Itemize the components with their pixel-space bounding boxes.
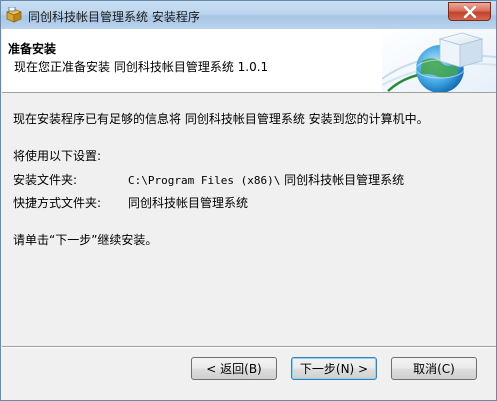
install-folder-value: C:\Program Files (x86)\ 同创科技帐目管理系统 xyxy=(128,173,405,187)
installer-box-icon xyxy=(5,6,23,23)
page-subtitle: 现在您正准备安装 同创科技帐目管理系统 1.0.1 xyxy=(14,60,269,74)
ready-message: 现在安装程序已有足够的信息将 同创科技帐目管理系统 安装到您的计算机中。 xyxy=(13,112,429,126)
cancel-button[interactable]: 取消(C) xyxy=(391,357,477,380)
window-title: 同创科技帐目管理系统 安装程序 xyxy=(28,10,200,24)
instruction-text: 请单击“下一步”继续安装。 xyxy=(13,233,158,247)
title-bar[interactable]: 同创科技帐目管理系统 安装程序 xyxy=(1,1,496,29)
close-icon xyxy=(463,5,477,18)
install-folder-label: 安装文件夹: xyxy=(13,173,78,187)
next-button[interactable]: 下一步(N) > xyxy=(291,357,377,380)
shortcut-folder-label: 快捷方式文件夹: xyxy=(13,196,102,210)
footer-divider xyxy=(2,346,496,348)
installer-window: 同创科技帐目管理系统 安装程序 准备安装 现在您正准备安装 同创科技帐目管理系统… xyxy=(0,0,497,401)
settings-heading: 将使用以下设置: xyxy=(13,149,102,163)
page-title: 准备安装 xyxy=(8,42,57,56)
install-folder-app-name: 同创科技帐目管理系统 xyxy=(284,173,405,187)
shortcut-folder-value: 同创科技帐目管理系统 xyxy=(128,196,249,210)
wizard-header: 准备安装 现在您正准备安装 同创科技帐目管理系统 1.0.1 xyxy=(2,29,497,93)
wizard-banner-image xyxy=(381,29,497,93)
back-button[interactable]: < 返回(B) xyxy=(191,357,277,380)
close-button[interactable] xyxy=(448,2,491,21)
